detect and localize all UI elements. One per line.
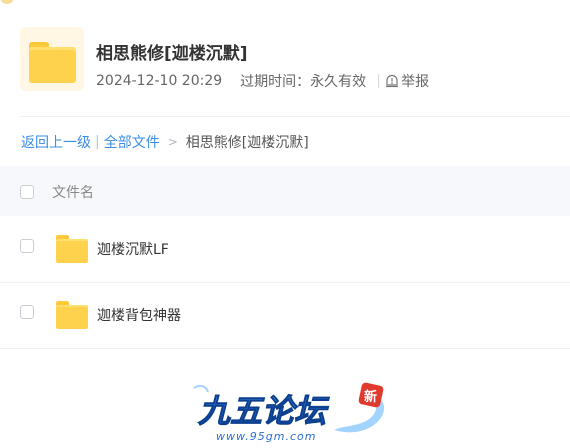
file-name[interactable]: 迦楼沉默LF: [97, 239, 169, 259]
file-name[interactable]: 迦楼背包神器: [97, 305, 181, 325]
file-table-header: 文件名: [0, 166, 570, 216]
select-all-checkbox[interactable]: [20, 185, 34, 199]
expire-label: 过期时间：: [240, 74, 311, 90]
breadcrumb-current: 相思熊修[迦楼沉默]: [185, 135, 309, 151]
share-page: 相思熊修[迦楼沉默] 2024-12-10 20:29 过期时间： 永久有效 举…: [0, 0, 570, 448]
new-badge: 新: [364, 389, 377, 405]
row-checkbox[interactable]: [20, 239, 34, 253]
share-meta: 2024-12-10 20:29 过期时间： 永久有效 举报: [96, 71, 429, 91]
folder-icon: [56, 235, 88, 263]
meta-divider: [378, 74, 380, 88]
column-header-filename: 文件名: [52, 185, 94, 201]
report-button[interactable]: 举报: [385, 71, 429, 91]
row-checkbox[interactable]: [20, 305, 34, 319]
logo-text: 九五论坛: [197, 392, 330, 430]
share-header: 相思熊修[迦楼沉默] 2024-12-10 20:29 过期时间： 永久有效 举…: [20, 25, 570, 97]
breadcrumb-all-files-link[interactable]: 全部文件: [104, 132, 160, 152]
decorative-dot: [0, 0, 14, 4]
table-row[interactable]: 迦楼背包神器: [0, 282, 570, 349]
folder-icon: [56, 301, 88, 329]
breadcrumb: 返回上一级 | 全部文件 > 相思熊修[迦楼沉默]: [21, 132, 309, 152]
forum-logo-watermark: 九五论坛 新 www.95gm.com: [193, 382, 385, 443]
folder-icon: [20, 27, 84, 91]
share-date: 2024-12-10 20:29: [96, 73, 223, 89]
header-divider: [20, 116, 570, 117]
logo-url: www.95gm.com: [216, 430, 316, 443]
expire-value: 永久有效: [310, 74, 367, 90]
warning-icon: [386, 74, 399, 88]
chevron-right-icon: >: [167, 135, 178, 149]
table-row[interactable]: 迦楼沉默LF: [0, 216, 570, 283]
share-title: 相思熊修[迦楼沉默]: [96, 44, 248, 64]
report-label: 举报: [401, 74, 430, 90]
breadcrumb-back-link[interactable]: 返回上一级: [21, 132, 91, 152]
breadcrumb-separator: |: [95, 134, 100, 150]
